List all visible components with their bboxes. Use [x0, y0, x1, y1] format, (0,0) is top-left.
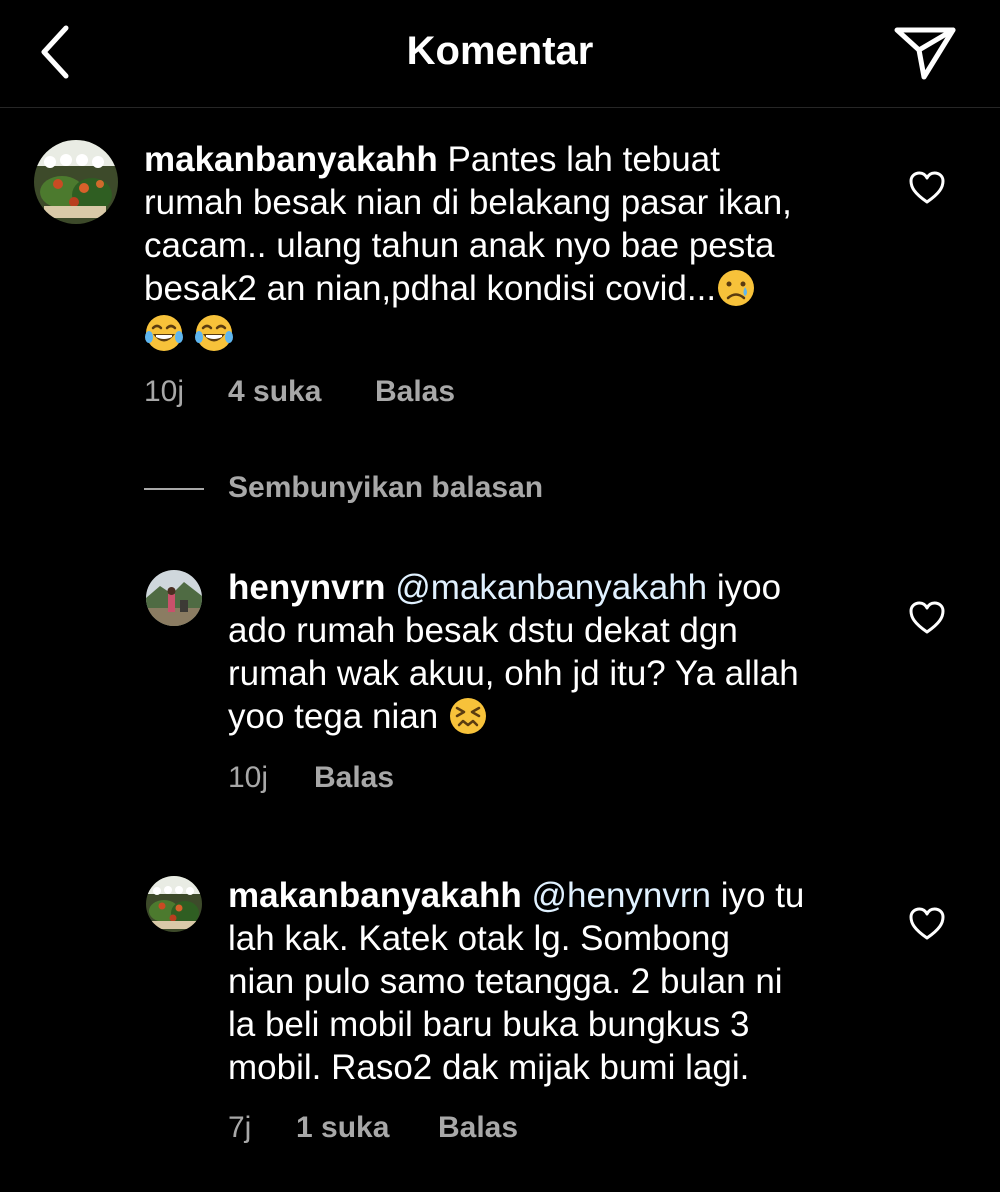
reply-line: iyoo — [716, 568, 782, 607]
like-count[interactable]: 1 suka — [296, 1110, 389, 1146]
comment-line: Pantes lah tebuat — [447, 140, 720, 179]
hide-replies-button[interactable]: Sembunyikan balasan — [228, 470, 543, 506]
comment-line: besak2 an nian,pdhal kondisi covid... — [144, 269, 717, 308]
reply-line: iyo tu — [720, 876, 805, 915]
reply-line: yoo tega nian — [228, 697, 439, 736]
comment-line: rumah besak nian di belakang pasar ikan, — [144, 183, 792, 222]
like-button[interactable] — [908, 906, 946, 942]
reply-button[interactable]: Balas — [314, 760, 394, 796]
header-bar: Komentar — [0, 0, 1000, 108]
reply-line: nian pulo samo tetangga. 2 bulan ni — [228, 962, 783, 1001]
comment-meta: 10j 4 suka Balas — [144, 374, 544, 410]
comment-line: cacam.. ulang tahun anak nyo bae pesta — [144, 226, 775, 265]
like-button[interactable] — [908, 170, 946, 206]
heart-icon — [909, 171, 945, 204]
comment-text: makanbanyakahh Pantes lah tebuat rumah b… — [144, 138, 864, 355]
share-button[interactable] — [892, 22, 958, 82]
reply-text: makanbanyakahh @henynvrn iyo tu lah kak.… — [228, 874, 868, 1089]
tears-of-joy-emoji — [144, 313, 184, 353]
reply-meta: 10j Balas — [228, 760, 628, 796]
reply-username[interactable]: henynvrn — [228, 568, 386, 607]
reply-line: mobil. Raso2 dak mijak bumi lagi. — [228, 1048, 750, 1087]
reply-line: rumah wak akuu, ohh jd itu? Ya allah — [228, 654, 799, 693]
reply-line: ado rumah besak dstu dekat dgn — [228, 611, 738, 650]
reply-line: lah kak. Katek otak lg. Sombong — [228, 919, 730, 958]
mention-link[interactable]: @henynvrn — [531, 876, 711, 915]
tears-of-joy-emoji — [194, 313, 234, 353]
reply-button[interactable]: Balas — [375, 374, 455, 410]
avatar[interactable] — [34, 140, 118, 224]
reply-meta: 7j 1 suka Balas — [228, 1110, 628, 1146]
confounded-face-emoji — [448, 696, 488, 736]
like-count[interactable]: 4 suka — [228, 374, 321, 410]
heart-icon — [909, 601, 945, 634]
divider — [144, 488, 204, 490]
comment-time: 10j — [144, 375, 185, 408]
reply-username[interactable]: makanbanyakahh — [228, 876, 522, 915]
reply-time: 10j — [228, 761, 269, 794]
reply-line: la beli mobil baru buka bungkus 3 — [228, 1005, 750, 1044]
page-title: Komentar — [406, 29, 594, 73]
mention-link[interactable]: @makanbanyakahh — [395, 568, 707, 607]
reply-text: henynvrn @makanbanyakahh iyoo ado rumah … — [228, 566, 868, 738]
comment-username[interactable]: makanbanyakahh — [144, 140, 438, 179]
reply-time: 7j — [228, 1111, 252, 1144]
paper-plane-icon — [894, 27, 956, 80]
reply-button[interactable]: Balas — [438, 1110, 518, 1146]
heart-icon — [909, 907, 945, 940]
avatar[interactable] — [146, 876, 202, 932]
like-button[interactable] — [908, 600, 946, 636]
avatar[interactable] — [146, 570, 202, 626]
crying-face-emoji — [716, 268, 756, 308]
